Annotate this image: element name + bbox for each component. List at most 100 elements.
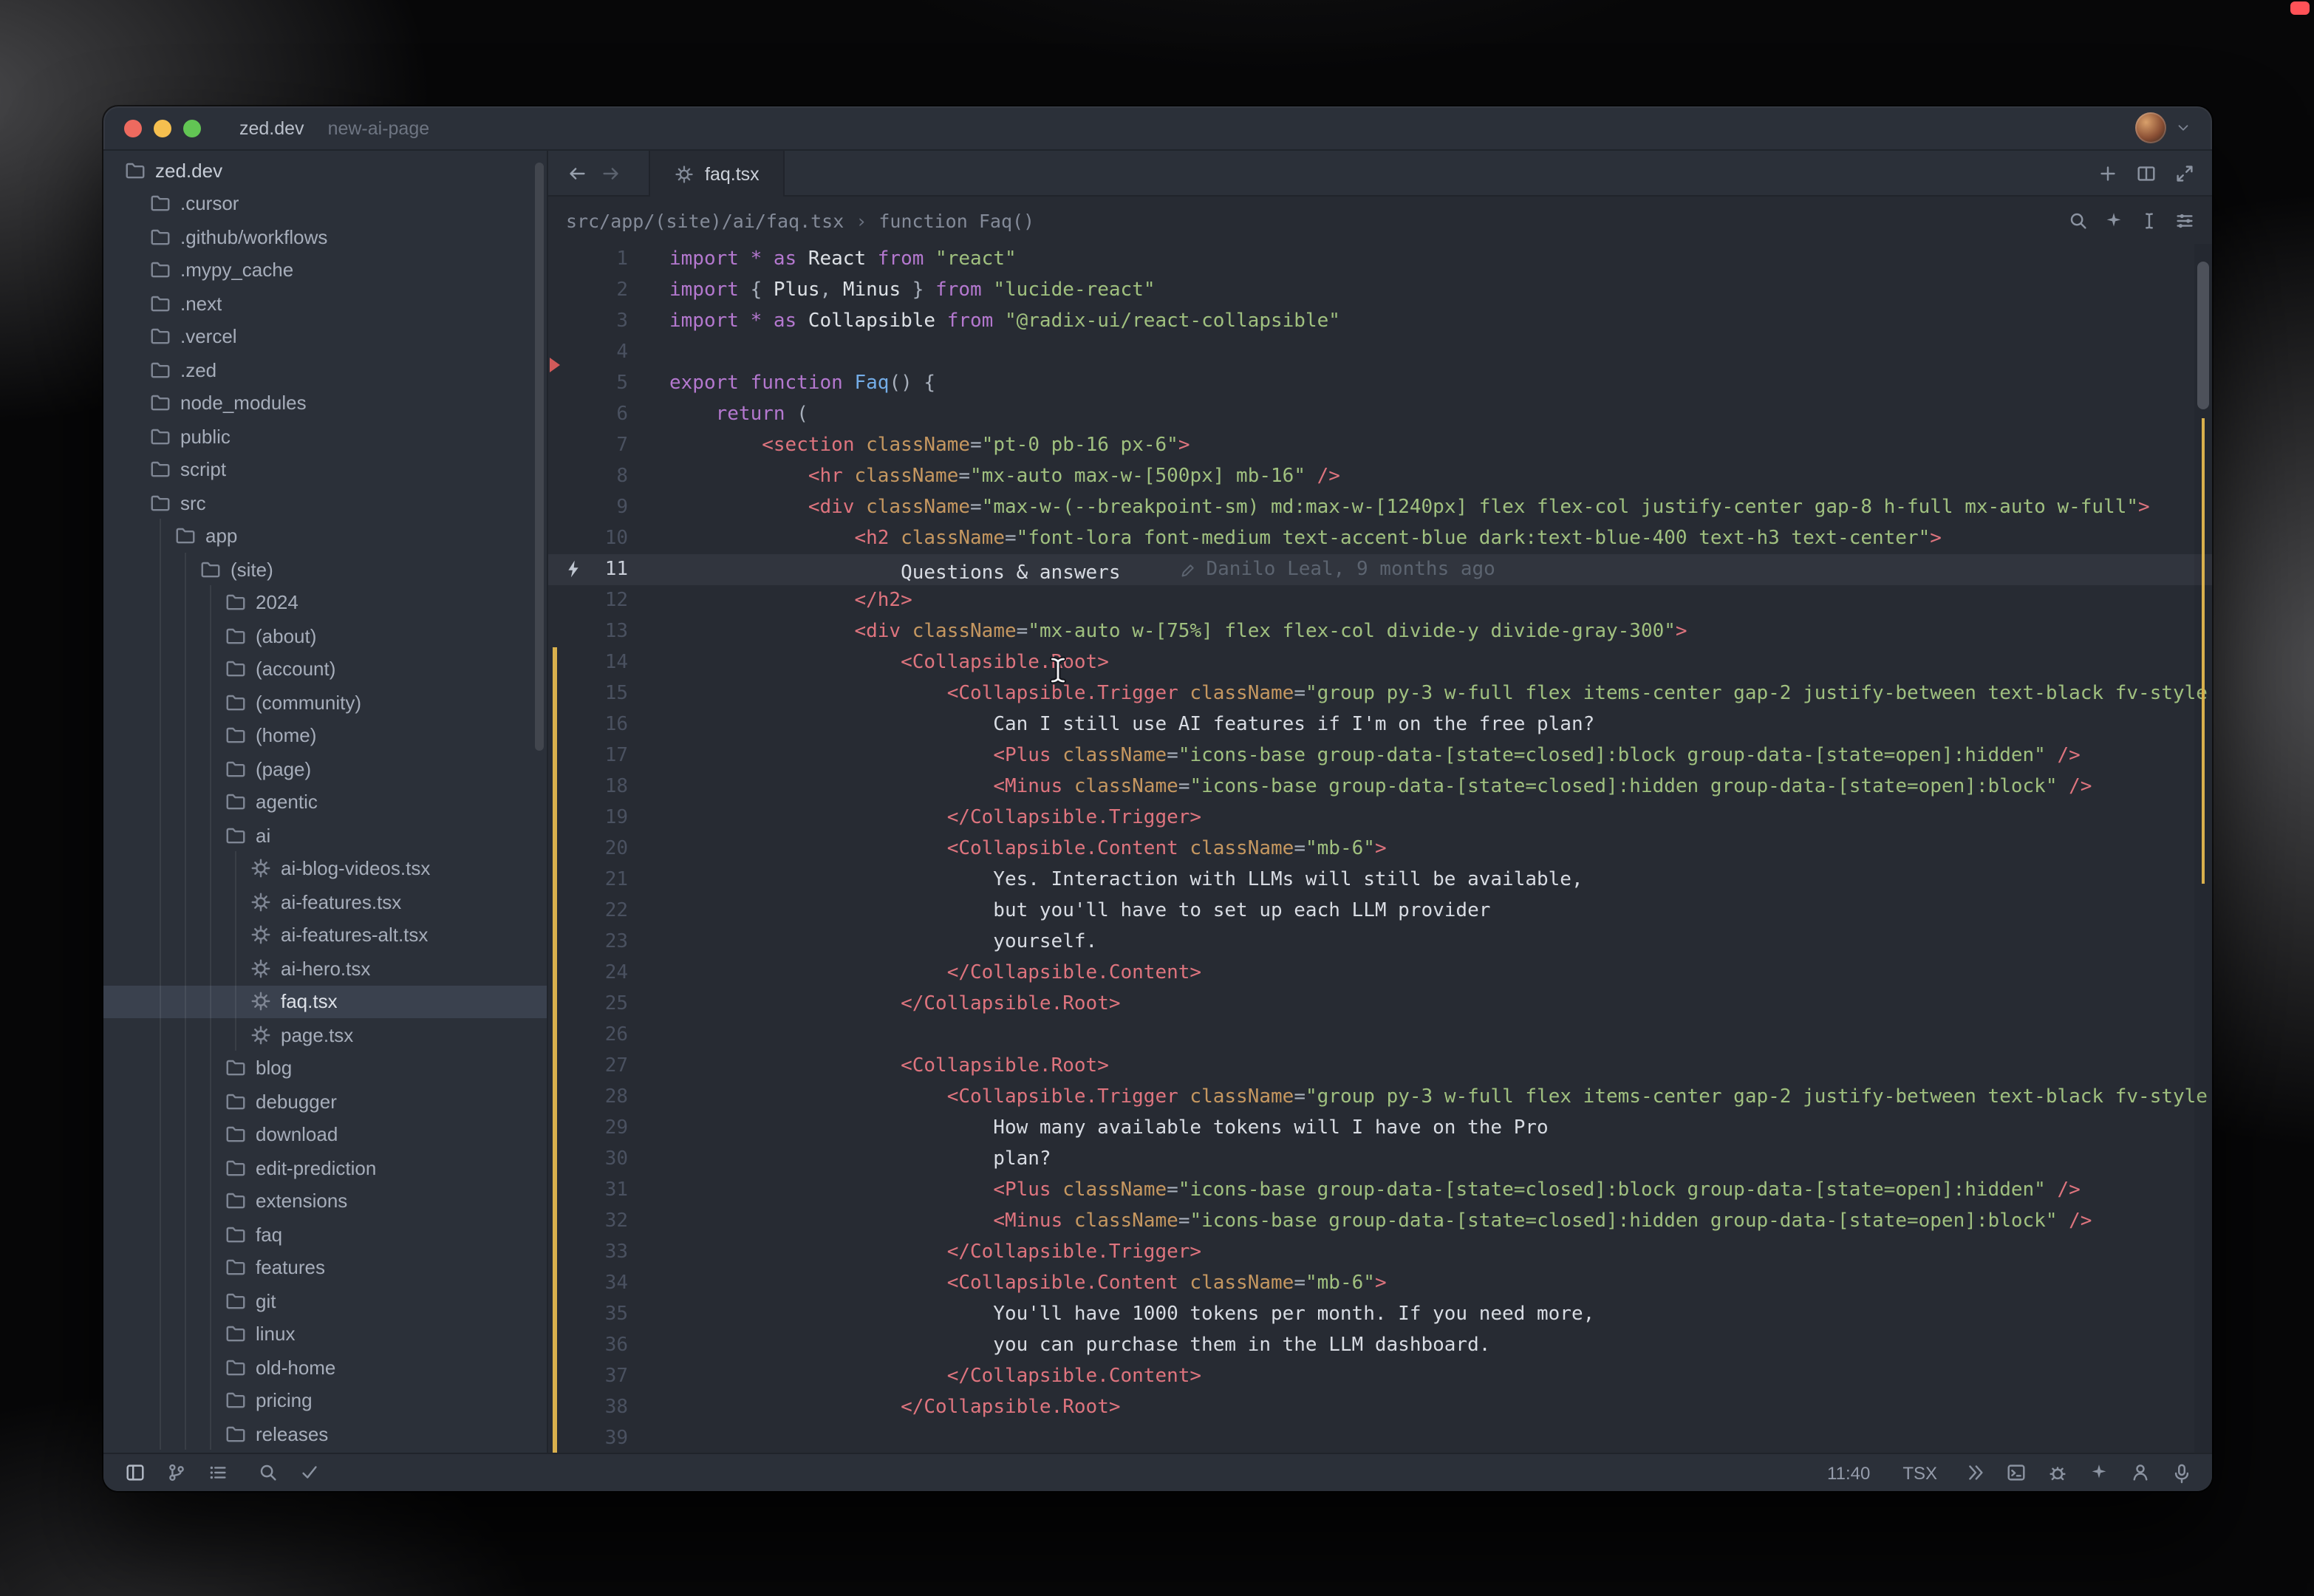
tree-item-src[interactable]: src bbox=[103, 486, 547, 519]
code-line-19[interactable]: 19 </Collapsible.Trigger> bbox=[548, 802, 2212, 833]
terminal-panel-icon[interactable] bbox=[1999, 1456, 2032, 1489]
code-line-2[interactable]: 2import { Plus, Minus } from "lucide-rea… bbox=[548, 275, 2212, 306]
code-line-18[interactable]: 18 <Minus className="icons-base group-da… bbox=[548, 771, 2212, 802]
avatar[interactable] bbox=[2135, 112, 2166, 143]
tree-item-(about)[interactable]: (about) bbox=[103, 619, 547, 652]
code-action-lightning-icon[interactable] bbox=[563, 559, 584, 579]
outline-panel-icon[interactable] bbox=[201, 1456, 233, 1489]
close-button[interactable] bbox=[124, 119, 142, 137]
tree-item-pricing[interactable]: pricing bbox=[103, 1384, 547, 1417]
tree-item-download[interactable]: download bbox=[103, 1118, 547, 1151]
tree-item-edit-prediction[interactable]: edit-prediction bbox=[103, 1151, 547, 1184]
breadcrumb-path[interactable]: src/app/(site)/ai/faq.tsx bbox=[566, 209, 844, 231]
tree-item-page.tsx[interactable]: page.tsx bbox=[103, 1018, 547, 1051]
editor-controls-icon[interactable] bbox=[2168, 204, 2200, 236]
inline-assist-icon[interactable] bbox=[2097, 204, 2129, 236]
debugger-icon[interactable] bbox=[2041, 1456, 2073, 1489]
code-line-6[interactable]: 6 return ( bbox=[548, 399, 2212, 430]
code-line-37[interactable]: 37 </Collapsible.Content> bbox=[548, 1361, 2212, 1392]
code-line-39[interactable]: 39 bbox=[548, 1423, 2212, 1453]
tree-item-agentic[interactable]: agentic bbox=[103, 785, 547, 819]
code-line-8[interactable]: 8 <hr className="mx-auto max-w-[500px] m… bbox=[548, 461, 2212, 492]
selection-mode-icon[interactable] bbox=[2132, 204, 2165, 236]
branch-name[interactable]: new-ai-page bbox=[328, 117, 430, 138]
new-tab-button[interactable] bbox=[2091, 157, 2123, 190]
tree-item-ai-features-alt.tsx[interactable]: ai-features-alt.tsx bbox=[103, 918, 547, 952]
code-line-28[interactable]: 28 <Collapsible.Trigger className="group… bbox=[548, 1082, 2212, 1113]
editor-scrollbar[interactable] bbox=[2194, 244, 2212, 1453]
code-line-7[interactable]: 7 <section className="pt-0 pb-16 px-6"> bbox=[548, 430, 2212, 461]
zoom-button[interactable] bbox=[183, 119, 201, 137]
edit-prediction-icon[interactable] bbox=[1958, 1456, 1990, 1489]
git-blame[interactable]: Danilo Leal, 9 months ago bbox=[1180, 554, 1495, 585]
chevron-down-icon[interactable] bbox=[2175, 120, 2191, 136]
code-line-34[interactable]: 34 <Collapsible.Content className="mb-6"… bbox=[548, 1268, 2212, 1299]
code-line-9[interactable]: 9 <div className="max-w-(--breakpoint-sm… bbox=[548, 492, 2212, 523]
tree-item-public[interactable]: public bbox=[103, 420, 547, 453]
code-line-10[interactable]: 10 <h2 className="font-lora font-medium … bbox=[548, 523, 2212, 554]
code-line-27[interactable]: 27 <Collapsible.Root> bbox=[548, 1051, 2212, 1082]
tree-item-.github/workflows[interactable]: .github/workflows bbox=[103, 220, 547, 253]
code-line-16[interactable]: 16 Can I still use AI features if I'm on… bbox=[548, 709, 2212, 740]
tree-item-old-home[interactable]: old-home bbox=[103, 1351, 547, 1384]
tree-item-(page)[interactable]: (page) bbox=[103, 752, 547, 785]
mic-icon[interactable] bbox=[2165, 1456, 2197, 1489]
code-line-24[interactable]: 24 </Collapsible.Content> bbox=[548, 958, 2212, 989]
code-line-14[interactable]: 14 <Collapsible.Root> bbox=[548, 647, 2212, 678]
code-line-17[interactable]: 17 <Plus className="icons-base group-dat… bbox=[548, 740, 2212, 771]
code-line-20[interactable]: 20 <Collapsible.Content className="mb-6"… bbox=[548, 833, 2212, 864]
code-line-22[interactable]: 22 but you'll have to set up each LLM pr… bbox=[548, 896, 2212, 927]
code-line-13[interactable]: 13 <div className="mx-auto w-[75%] flex … bbox=[548, 616, 2212, 647]
tree-item-git[interactable]: git bbox=[103, 1284, 547, 1317]
project-panel-toggle-icon[interactable] bbox=[118, 1456, 151, 1489]
code-line-30[interactable]: 30 plan? bbox=[548, 1144, 2212, 1175]
collab-icon[interactable] bbox=[2123, 1456, 2156, 1489]
diagnostics-check-icon[interactable] bbox=[293, 1456, 325, 1489]
editor[interactable]: 1import * as React from "react"2import {… bbox=[548, 244, 2212, 1453]
code-line-32[interactable]: 32 <Minus className="icons-base group-da… bbox=[548, 1206, 2212, 1237]
code-line-21[interactable]: 21 Yes. Interaction with LLMs will still… bbox=[548, 864, 2212, 896]
tree-item-releases[interactable]: releases bbox=[103, 1417, 547, 1450]
tree-item-features[interactable]: features bbox=[103, 1251, 547, 1284]
code-line-33[interactable]: 33 </Collapsible.Trigger> bbox=[548, 1237, 2212, 1268]
tree-item-faq.tsx[interactable]: faq.tsx bbox=[103, 985, 547, 1018]
tree-item-ai-blog-videos.tsx[interactable]: ai-blog-videos.tsx bbox=[103, 852, 547, 885]
minimize-button[interactable] bbox=[154, 119, 171, 137]
tree-item-.cursor[interactable]: .cursor bbox=[103, 187, 547, 220]
code-line-1[interactable]: 1import * as React from "react" bbox=[548, 244, 2212, 275]
tree-item-ai-hero.tsx[interactable]: ai-hero.tsx bbox=[103, 952, 547, 985]
tab-faq-tsx[interactable]: faq.tsx bbox=[649, 151, 785, 197]
tree-item-2024[interactable]: 2024 bbox=[103, 586, 547, 619]
assistant-icon[interactable] bbox=[2082, 1456, 2115, 1489]
code-line-35[interactable]: 35 You'll have 1000 tokens per month. If… bbox=[548, 1299, 2212, 1330]
cursor-position[interactable]: 11:40 bbox=[1815, 1462, 1882, 1483]
tree-item-linux[interactable]: linux bbox=[103, 1317, 547, 1351]
code-line-23[interactable]: 23 yourself. bbox=[548, 927, 2212, 958]
sidebar-scrollbar[interactable] bbox=[535, 163, 544, 751]
code-line-15[interactable]: 15 <Collapsible.Trigger className="group… bbox=[548, 678, 2212, 709]
tree-item-.next[interactable]: .next bbox=[103, 287, 547, 320]
breadcrumb-symbol[interactable]: function Faq() bbox=[878, 209, 1034, 231]
code-line-29[interactable]: 29 How many available tokens will I have… bbox=[548, 1113, 2212, 1144]
code-line-25[interactable]: 25 </Collapsible.Root> bbox=[548, 989, 2212, 1020]
nav-back-button[interactable] bbox=[560, 151, 594, 197]
tree-item-(site)[interactable]: (site) bbox=[103, 553, 547, 586]
tree-item-blog[interactable]: blog bbox=[103, 1051, 547, 1085]
tree-item-.mypy_cache[interactable]: .mypy_cache bbox=[103, 253, 547, 287]
tree-item-ai-features.tsx[interactable]: ai-features.tsx bbox=[103, 885, 547, 918]
tree-item-ai[interactable]: ai bbox=[103, 819, 547, 852]
git-panel-icon[interactable] bbox=[160, 1456, 192, 1489]
code-line-11[interactable]: 11 Questions & answersDanilo Leal, 9 mon… bbox=[548, 554, 2212, 585]
code-line-4[interactable]: 4 bbox=[548, 337, 2212, 368]
split-pane-button[interactable] bbox=[2129, 157, 2162, 190]
tree-item-extensions[interactable]: extensions bbox=[103, 1184, 547, 1218]
tree-item-app[interactable]: app bbox=[103, 519, 547, 553]
titlebar[interactable]: zed.dev new-ai-page bbox=[103, 106, 2212, 151]
tree-item-zed.dev[interactable]: zed.dev bbox=[103, 154, 547, 187]
scrollbar-thumb[interactable] bbox=[2197, 262, 2209, 409]
tree-item-debugger[interactable]: debugger bbox=[103, 1085, 547, 1118]
code-line-31[interactable]: 31 <Plus className="icons-base group-dat… bbox=[548, 1175, 2212, 1206]
tree-item-node_modules[interactable]: node_modules bbox=[103, 386, 547, 420]
buffer-search-icon[interactable] bbox=[2061, 204, 2094, 236]
zoom-pane-button[interactable] bbox=[2168, 157, 2200, 190]
